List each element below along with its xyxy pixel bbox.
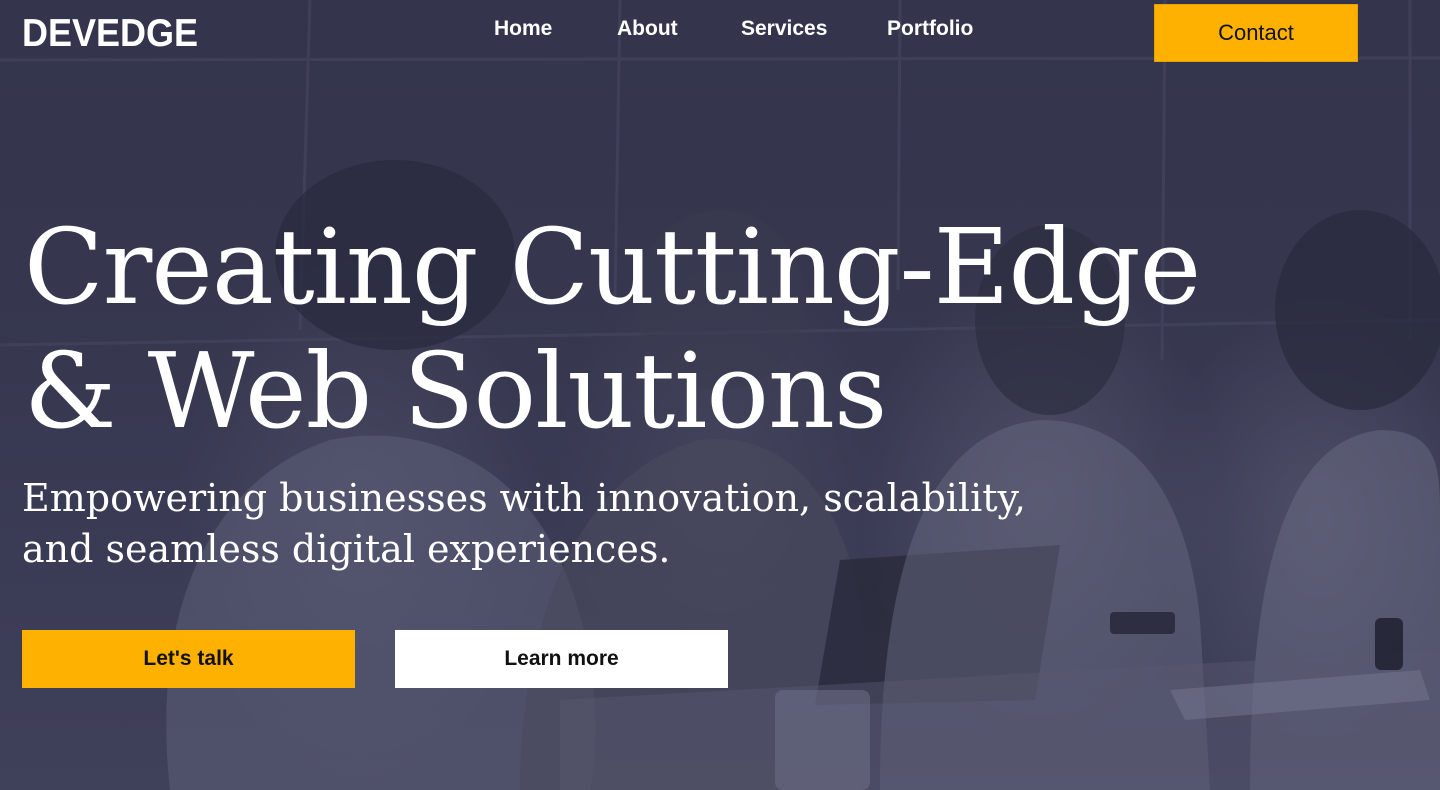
- hero-subheadline-line-1: Empowering businesses with innovation, s…: [22, 476, 1027, 520]
- learn-more-button[interactable]: Learn more: [395, 630, 728, 688]
- hero-headline-line-1: Creating Cutting-Edge: [24, 206, 1201, 328]
- nav-link-about[interactable]: About: [617, 16, 678, 42]
- nav-link-services[interactable]: Services: [741, 16, 827, 42]
- hero-section: DEVEDGE Home About Services Portfolio Co…: [0, 0, 1440, 790]
- lets-talk-button[interactable]: Let's talk: [22, 630, 355, 688]
- contact-button[interactable]: Contact: [1154, 4, 1358, 62]
- hero-subheadline: Empowering businesses with innovation, s…: [22, 473, 1122, 575]
- hero-headline: Creating Cutting-Edge & Web Solutions: [24, 205, 1224, 453]
- hero-headline-line-2: & Web Solutions: [24, 330, 887, 452]
- nav-link-portfolio[interactable]: Portfolio: [887, 16, 973, 42]
- hero-subheadline-line-2: and seamless digital experiences.: [22, 527, 671, 571]
- nav-link-home[interactable]: Home: [494, 16, 552, 42]
